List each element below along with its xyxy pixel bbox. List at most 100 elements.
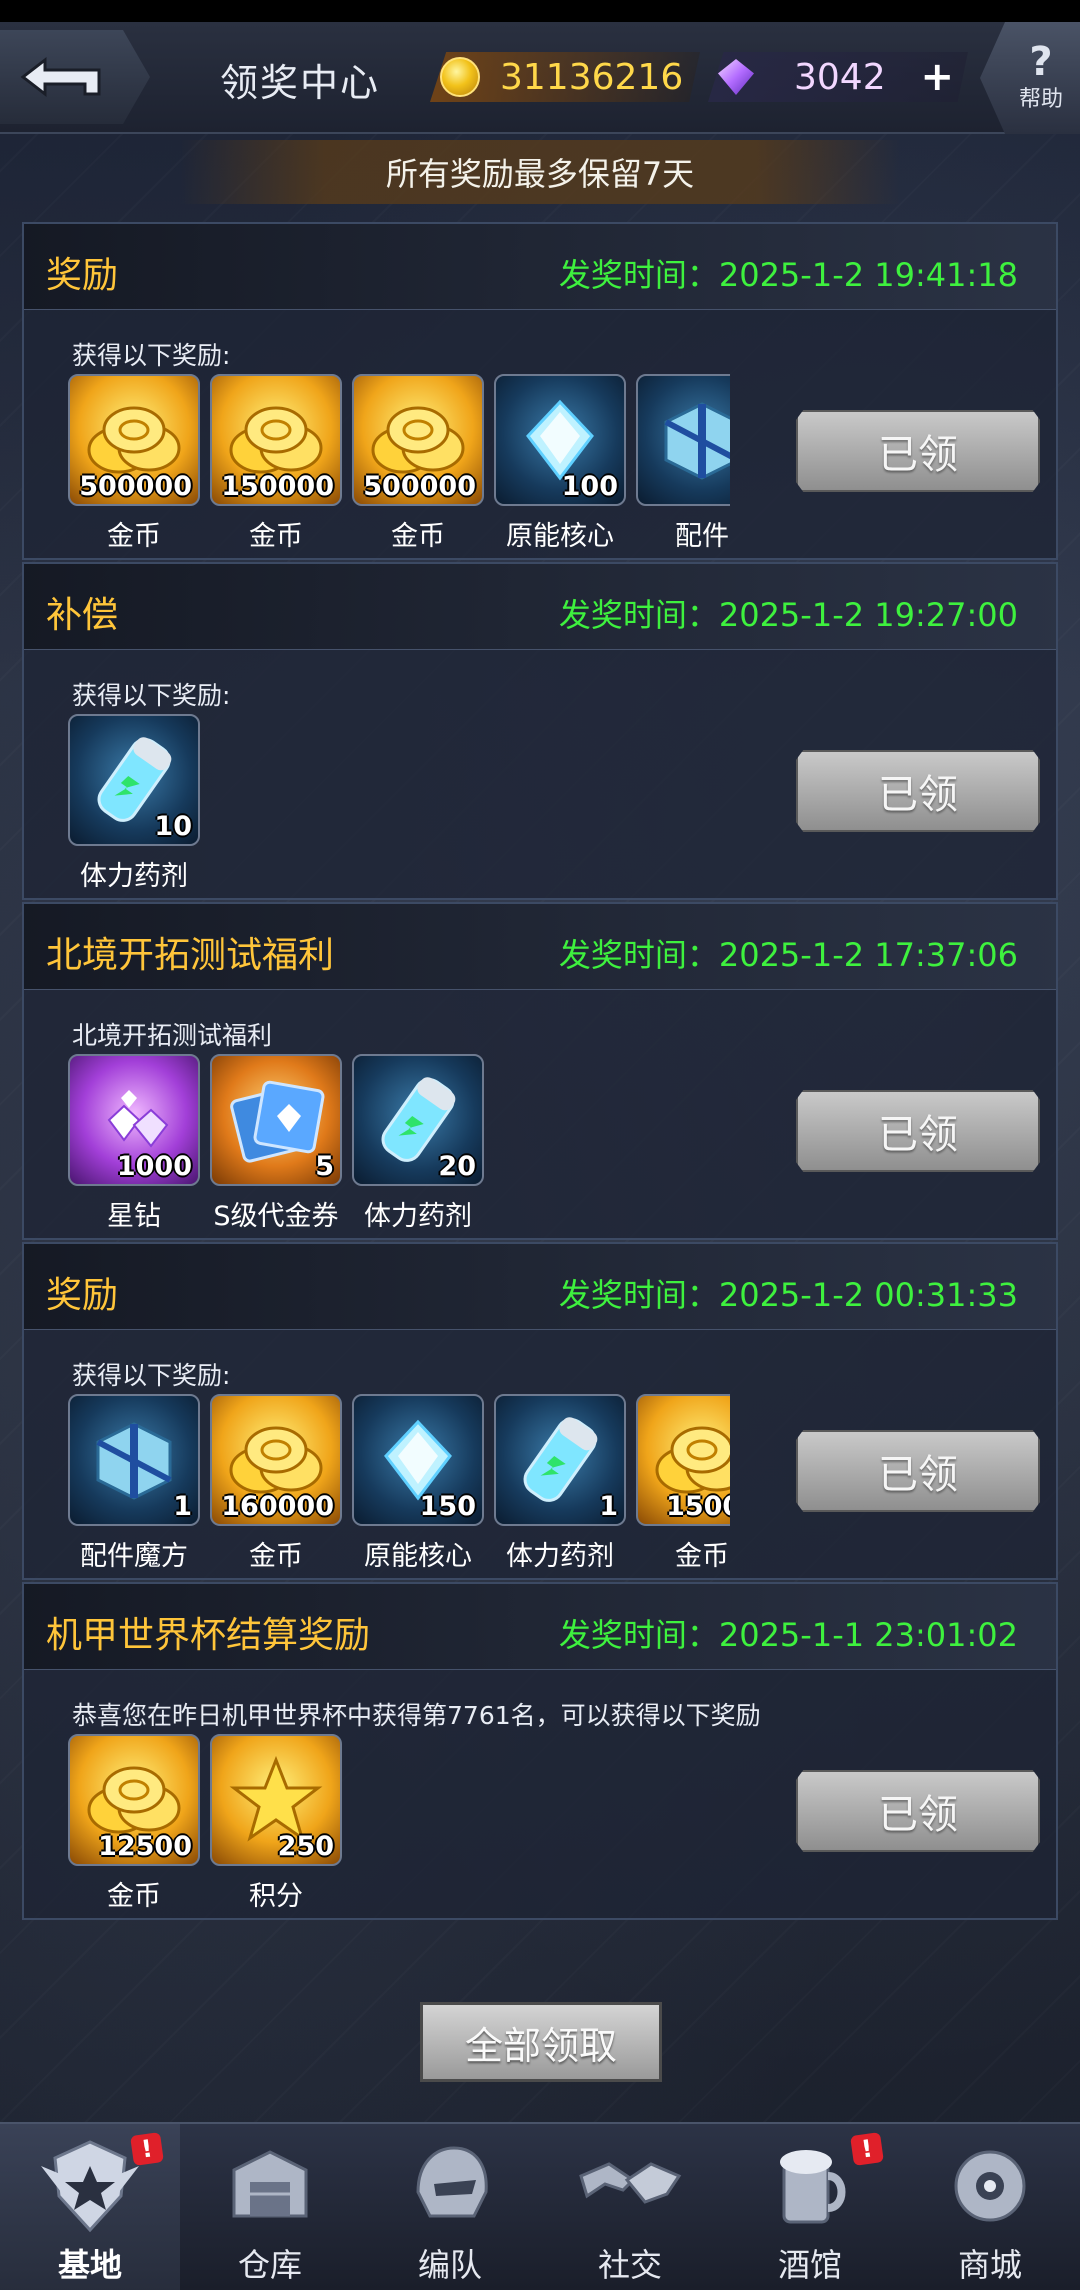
reward-item[interactable]: 1 配件魔方 (68, 1394, 200, 1573)
nav-tab[interactable]: 编队 (360, 2124, 540, 2290)
gold-amount: 31136216 (500, 56, 684, 98)
help-icon: ? (1029, 39, 1053, 85)
reward-item[interactable]: 1 体力药剂 (494, 1394, 626, 1573)
reward-card-header: 补偿 发奖时间：2025-1-2 19:27:00 (24, 564, 1056, 650)
reward-item-quantity: 5 (315, 1151, 334, 1182)
reward-item-icon: 500000 (68, 374, 200, 506)
reward-item-icon: 160000 (210, 1394, 342, 1526)
reward-item-quantity: 12500 (98, 1831, 192, 1862)
reward-item[interactable]: 500000 金币 (352, 374, 484, 553)
nav-tab-label: 商城 (957, 2246, 1022, 2284)
nav-tab[interactable]: 基地 ! (0, 2124, 180, 2290)
back-arrow-icon (20, 56, 101, 98)
nav-tab[interactable]: 酒馆 ! (720, 2124, 900, 2290)
reward-time: 发奖时间：2025-1-1 23:01:02 (558, 1616, 1018, 1654)
reward-item-name: 积分 (249, 1881, 303, 1912)
tavern-mug-icon (755, 2136, 865, 2236)
claimed-button[interactable]: 已领 (796, 1770, 1040, 1852)
gold-coin-icon (440, 57, 480, 97)
reward-item-quantity: 20 (438, 1151, 476, 1182)
reward-card: 北境开拓测试福利 发奖时间：2025-1-2 17:37:06 北境开拓测试福利… (22, 902, 1058, 1240)
reward-item-icon: 150000 (210, 374, 342, 506)
gem-currency-display: 3042 + (708, 52, 968, 102)
nav-tab-label: 编队 (417, 2246, 482, 2284)
shop-robot-icon (935, 2136, 1045, 2236)
reward-item-quantity: 250 (277, 1831, 334, 1862)
reward-item-icon: 5 (210, 1054, 342, 1186)
reward-items-row[interactable]: 10 体力药剂 (68, 714, 730, 894)
add-gems-button[interactable]: + (920, 54, 954, 100)
reward-item[interactable]: 12500 金币 (68, 1734, 200, 1913)
reward-item-name: 金币 (107, 521, 161, 552)
reward-item-icon (636, 374, 730, 506)
reward-item[interactable]: 10 体力药剂 (68, 714, 200, 893)
reward-card: 机甲世界杯结算奖励 发奖时间：2025-1-1 23:01:02 恭喜您在昨日机… (22, 1582, 1058, 1920)
reward-description: 获得以下奖励: (72, 681, 231, 710)
reward-item-name: 金币 (249, 521, 303, 552)
gem-icon (718, 59, 754, 95)
nav-tab[interactable]: 商城 (900, 2124, 1080, 2290)
gem-amount: 3042 (794, 56, 886, 98)
reward-item[interactable]: 5 S级代金券 (210, 1054, 342, 1233)
reward-card-header: 北境开拓测试福利 发奖时间：2025-1-2 17:37:06 (24, 904, 1056, 990)
nav-tab[interactable]: 仓库 (180, 2124, 360, 2290)
reward-items-row[interactable]: 500000 金币 150000 金币 500000 金币 100 原能核心 配… (68, 374, 730, 554)
reward-items-row[interactable]: 12500 金币 250 积分 (68, 1734, 730, 1914)
reward-item-quantity: 150000 (221, 471, 334, 502)
reward-item[interactable]: 150000 金币 (210, 374, 342, 553)
reward-item-name: 原能核心 (364, 1541, 472, 1572)
help-label: 帮助 (1018, 87, 1063, 112)
reward-item-quantity: 15000 (666, 1491, 730, 1522)
reward-item-quantity: 500000 (79, 471, 192, 502)
reward-description: 恭喜您在昨日机甲世界杯中获得第7761名，可以获得以下奖励 (72, 1701, 761, 1730)
nav-tab-label: 仓库 (237, 2246, 302, 2284)
retention-notice: 所有奖励最多保留7天 (180, 140, 900, 204)
nav-tab-label: 酒馆 (777, 2246, 842, 2284)
reward-item[interactable]: 1000 星钻 (68, 1054, 200, 1233)
reward-time: 发奖时间：2025-1-2 17:37:06 (558, 936, 1018, 974)
reward-title: 奖励 (46, 255, 119, 296)
reward-item[interactable]: 500000 金币 (68, 374, 200, 553)
nav-tab-label: 社交 (597, 2246, 662, 2284)
reward-item[interactable]: 100 原能核心 (494, 374, 626, 553)
reward-card: 奖励 发奖时间：2025-1-2 00:31:33 获得以下奖励: 1 配件魔方… (22, 1242, 1058, 1580)
claimed-button[interactable]: 已领 (796, 1090, 1040, 1172)
reward-description: 获得以下奖励: (72, 1361, 231, 1390)
reward-item[interactable]: 20 体力药剂 (352, 1054, 484, 1233)
claimed-button[interactable]: 已领 (796, 1430, 1040, 1512)
reward-item[interactable]: 250 积分 (210, 1734, 342, 1913)
reward-item-quantity: 1000 (116, 1151, 192, 1182)
reward-card-header: 奖励 发奖时间：2025-1-2 00:31:33 (24, 1244, 1056, 1330)
help-button[interactable]: ? 帮助 (980, 22, 1080, 134)
reward-item-name: 配件 (675, 521, 729, 552)
reward-item[interactable]: 15000 金币 (636, 1394, 730, 1573)
reward-description: 获得以下奖励: (72, 341, 231, 370)
notification-badge: ! (850, 2132, 884, 2166)
reward-item-name: 金币 (675, 1541, 729, 1572)
reward-description: 北境开拓测试福利 (72, 1021, 273, 1050)
handshake-icon (575, 2136, 685, 2236)
reward-items-row[interactable]: 1000 星钻 5 S级代金券 20 体力药剂 (68, 1054, 730, 1234)
reward-items-row[interactable]: 1 配件魔方 160000 金币 150 原能核心 1 体力药剂 150 金币 (68, 1394, 730, 1574)
claim-all-button[interactable]: 全部领取 (420, 2002, 662, 2082)
reward-time: 发奖时间：2025-1-2 00:31:33 (558, 1276, 1018, 1314)
reward-item[interactable]: 配件 (636, 374, 730, 553)
parts-cube-icon (638, 376, 730, 504)
reward-item-icon: 20 (352, 1054, 484, 1186)
reward-item-icon: 1000 (68, 1054, 200, 1186)
reward-item-name: 体力药剂 (80, 861, 188, 892)
warehouse-icon (215, 2136, 325, 2236)
reward-item[interactable]: 160000 金币 (210, 1394, 342, 1573)
reward-title: 补偿 (46, 595, 119, 636)
claimed-button[interactable]: 已领 (796, 750, 1040, 832)
reward-card-header: 机甲世界杯结算奖励 发奖时间：2025-1-1 23:01:02 (24, 1584, 1056, 1670)
nav-tab[interactable]: 社交 (540, 2124, 720, 2290)
reward-item-icon: 500000 (352, 374, 484, 506)
reward-item-name: 星钻 (107, 1201, 161, 1232)
claimed-button[interactable]: 已领 (796, 410, 1040, 492)
reward-item[interactable]: 150 原能核心 (352, 1394, 484, 1573)
notification-badge: ! (130, 2132, 164, 2166)
gold-currency-display: 31136216 (430, 52, 700, 102)
bottom-nav: 基地 ! 仓库 编队 社交 酒馆 ! 商城 (0, 2122, 1080, 2290)
back-button[interactable] (0, 30, 150, 124)
